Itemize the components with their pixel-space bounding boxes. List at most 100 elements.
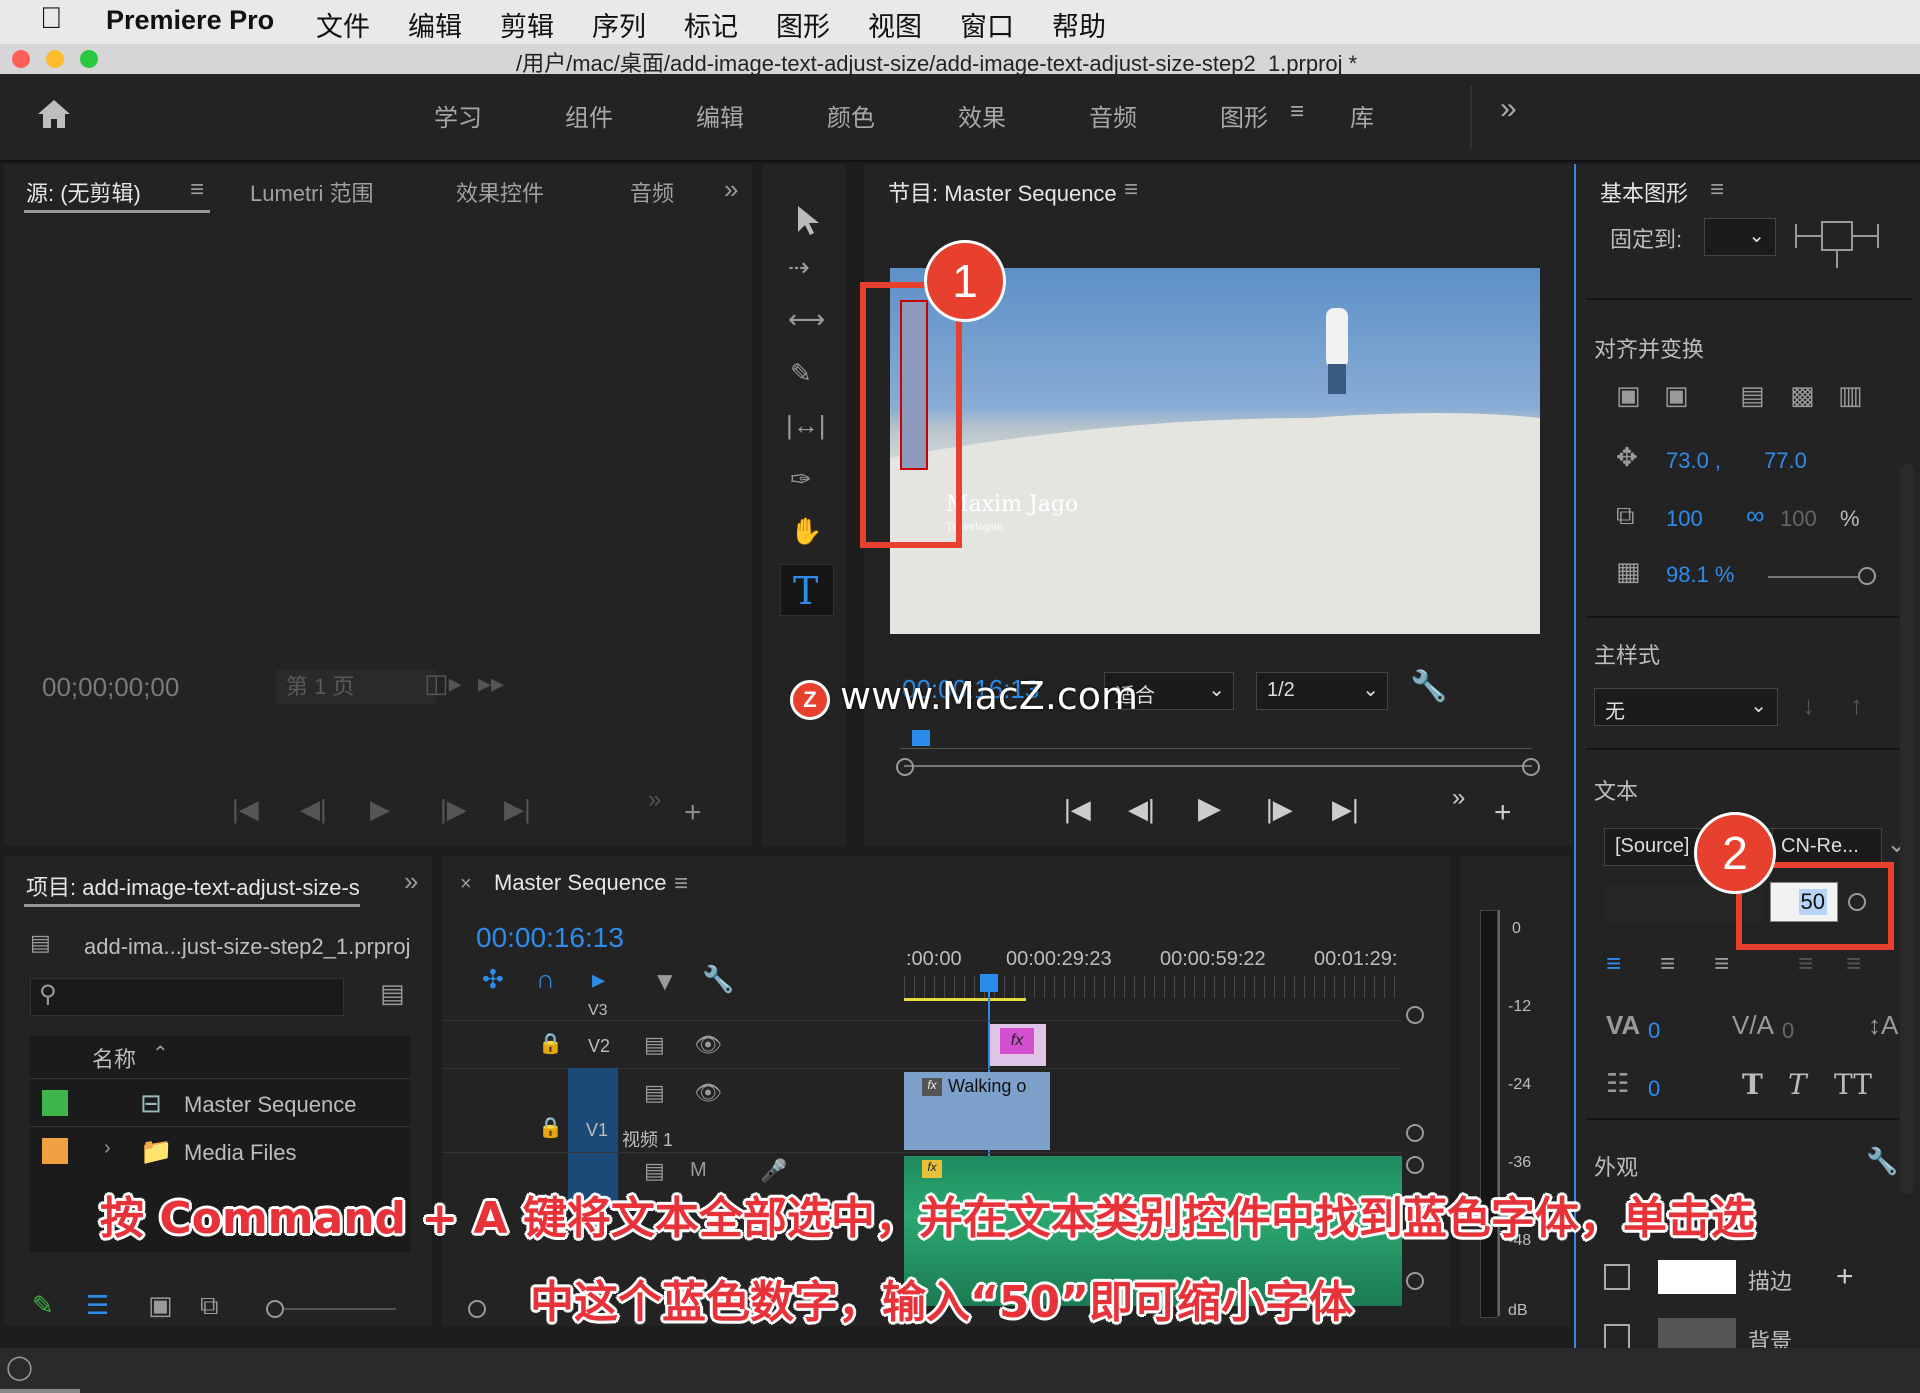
program-time-ruler[interactable] [900, 730, 1532, 752]
track-scroll-handle[interactable] [1406, 1006, 1424, 1024]
zoom-scrollbar[interactable] [896, 758, 1540, 776]
track-scroll-handle[interactable] [1406, 1156, 1424, 1174]
list-view-icon[interactable]: ☰ [86, 1292, 109, 1318]
align-horizontal-center-icon[interactable]: ▣ [1616, 382, 1641, 408]
kerning-value[interactable]: 0 [1782, 1018, 1794, 1044]
more-controls-icon[interactable]: » [1452, 786, 1465, 810]
zoom-slider[interactable] [284, 1308, 396, 1310]
scale-height-value[interactable]: 100 [1780, 506, 1817, 532]
font-style-dropdown[interactable]: CN-Re... [1772, 828, 1882, 866]
menu-marker[interactable]: 标记 [684, 5, 738, 44]
creative-cloud-icon[interactable]: ◯ [6, 1356, 33, 1380]
menu-graphics[interactable]: 图形 [776, 5, 830, 44]
program-video-frame[interactable]: Maxim Jago Travelogue [890, 268, 1540, 634]
razor-tool-icon[interactable]: ✎ [790, 360, 812, 386]
slip-tool-icon[interactable]: |↔| [786, 412, 826, 438]
label-color-swatch[interactable] [42, 1138, 68, 1164]
menu-window[interactable]: 窗口 [960, 5, 1014, 44]
ripple-edit-tool-icon[interactable]: ⟷ [788, 306, 825, 332]
opacity-slider[interactable] [1768, 576, 1858, 578]
timeline-title[interactable]: Master Sequence [494, 870, 666, 896]
track-scroll-handle[interactable] [1406, 1272, 1424, 1290]
nest-icon[interactable]: ✣ [482, 966, 504, 992]
scale-value[interactable]: 100 [1666, 506, 1703, 532]
menu-sequence[interactable]: 序列 [592, 5, 646, 44]
hand-tool-icon[interactable]: ✋ [790, 518, 822, 544]
tracking-value[interactable]: 0 [1648, 1018, 1660, 1044]
close-icon[interactable]: × [460, 874, 472, 894]
workspace-libraries[interactable]: 库 [1350, 98, 1374, 133]
close-window-button[interactable] [12, 50, 30, 68]
opacity-value[interactable]: 98.1 % [1666, 562, 1735, 588]
tab-source[interactable]: 源: (无剪辑) [26, 176, 141, 208]
home-icon[interactable] [36, 98, 72, 130]
program-title[interactable]: 节目: Master Sequence [888, 176, 1117, 208]
align-right-icon[interactable]: ≡ [1714, 950, 1729, 976]
panel-scrollbar[interactable] [1900, 464, 1914, 1194]
source-timecode[interactable]: 00;00;00;00 [42, 672, 179, 703]
opacity-slider-handle[interactable] [1858, 567, 1876, 585]
graphic-clip[interactable]: fx [990, 1024, 1046, 1066]
workspace-audio[interactable]: 音频 [1089, 98, 1137, 133]
workspace-color[interactable]: 颜色 [827, 98, 875, 133]
tab-effect-controls[interactable]: 效果控件 [456, 176, 544, 208]
list-item[interactable]: Master Sequence [184, 1092, 356, 1118]
italic-icon[interactable]: T [1788, 1068, 1807, 1101]
snap-icon[interactable]: ∩ [536, 966, 555, 992]
background-color-swatch[interactable] [1658, 1318, 1736, 1348]
eye-icon[interactable]: 👁 [694, 1082, 722, 1104]
menu-file[interactable]: 文件 [316, 5, 370, 44]
workspace-graphics[interactable]: 图形 [1220, 98, 1268, 133]
new-bin-icon[interactable]: ▤ [380, 980, 405, 1006]
work-area-bar[interactable] [904, 998, 1026, 1001]
zoom-slider-handle[interactable] [266, 1300, 284, 1318]
horizontal-scroll-handle[interactable] [468, 1300, 486, 1318]
pin-to-dropdown[interactable]: ⌄ [1704, 218, 1776, 256]
column-name-header[interactable]: 名称 [92, 1042, 136, 1074]
add-stroke-icon[interactable]: + [1836, 1262, 1854, 1292]
link-icon[interactable]: ∞ [1746, 502, 1765, 528]
pin-edges-icon[interactable] [1792, 218, 1882, 272]
type-tool-button[interactable]: T [780, 564, 834, 616]
list-item[interactable]: Media Files [184, 1140, 296, 1166]
background-checkbox[interactable] [1604, 1324, 1630, 1350]
menu-clip[interactable]: 剪辑 [500, 5, 554, 44]
position-y-value[interactable]: 77.0 [1764, 448, 1807, 474]
workspace-editing[interactable]: 编辑 [696, 98, 744, 133]
sort-ascending-icon[interactable]: ⌃ [152, 1044, 169, 1064]
leading-value[interactable]: 0 [1648, 1076, 1660, 1102]
more-tabs-icon[interactable]: » [404, 868, 418, 894]
workspace-more-icon[interactable]: » [1500, 92, 1517, 126]
sync-lock-icon[interactable]: ▤ [644, 1082, 665, 1104]
stroke-checkbox[interactable] [1604, 1264, 1630, 1290]
tab-lumetri-scopes[interactable]: Lumetri 范围 [250, 176, 373, 208]
align-middle-icon[interactable]: ▩ [1790, 382, 1815, 408]
align-left-icon[interactable]: ≡ [1606, 950, 1621, 976]
wrench-icon[interactable]: 🔧 [1866, 1148, 1898, 1174]
menu-view[interactable]: 视图 [868, 5, 922, 44]
go-to-out-icon[interactable]: ▶| [1332, 796, 1359, 822]
lock-icon[interactable]: 🔒 [538, 1118, 563, 1138]
selection-tool-icon[interactable] [796, 204, 822, 236]
overlay-title-text[interactable]: Maxim Jago [946, 492, 1078, 517]
menu-edit[interactable]: 编辑 [408, 5, 462, 44]
label-color-swatch[interactable] [42, 1090, 68, 1116]
align-vertical-center-icon[interactable]: ▣ [1664, 382, 1689, 408]
position-x-value[interactable]: 73.0 , [1666, 448, 1721, 474]
go-to-in-icon[interactable]: |◀ [1064, 796, 1091, 822]
chevron-right-icon[interactable]: › [104, 1138, 111, 1158]
more-tabs-icon[interactable]: » [724, 176, 738, 202]
pencil-icon[interactable]: ✎ [32, 1292, 54, 1318]
tab-audio[interactable]: 音频 [630, 176, 674, 208]
icon-view-icon[interactable]: ▣ [148, 1292, 173, 1318]
sync-lock-icon[interactable]: ▤ [644, 1034, 665, 1056]
project-search-input[interactable]: ⚲ [30, 978, 344, 1016]
eye-icon[interactable]: 👁 [694, 1034, 722, 1056]
align-bottom-icon[interactable]: ▥ [1838, 382, 1863, 408]
add-marker-icon[interactable]: ▼ [652, 968, 678, 994]
menu-help[interactable]: 帮助 [1052, 5, 1106, 44]
workspace-menu-icon[interactable]: ≡ [1290, 98, 1304, 126]
track-select-tool-icon[interactable]: ⇢ [788, 254, 810, 280]
stroke-color-swatch[interactable] [1658, 1260, 1736, 1294]
step-back-icon[interactable]: ◀| [1128, 796, 1155, 822]
